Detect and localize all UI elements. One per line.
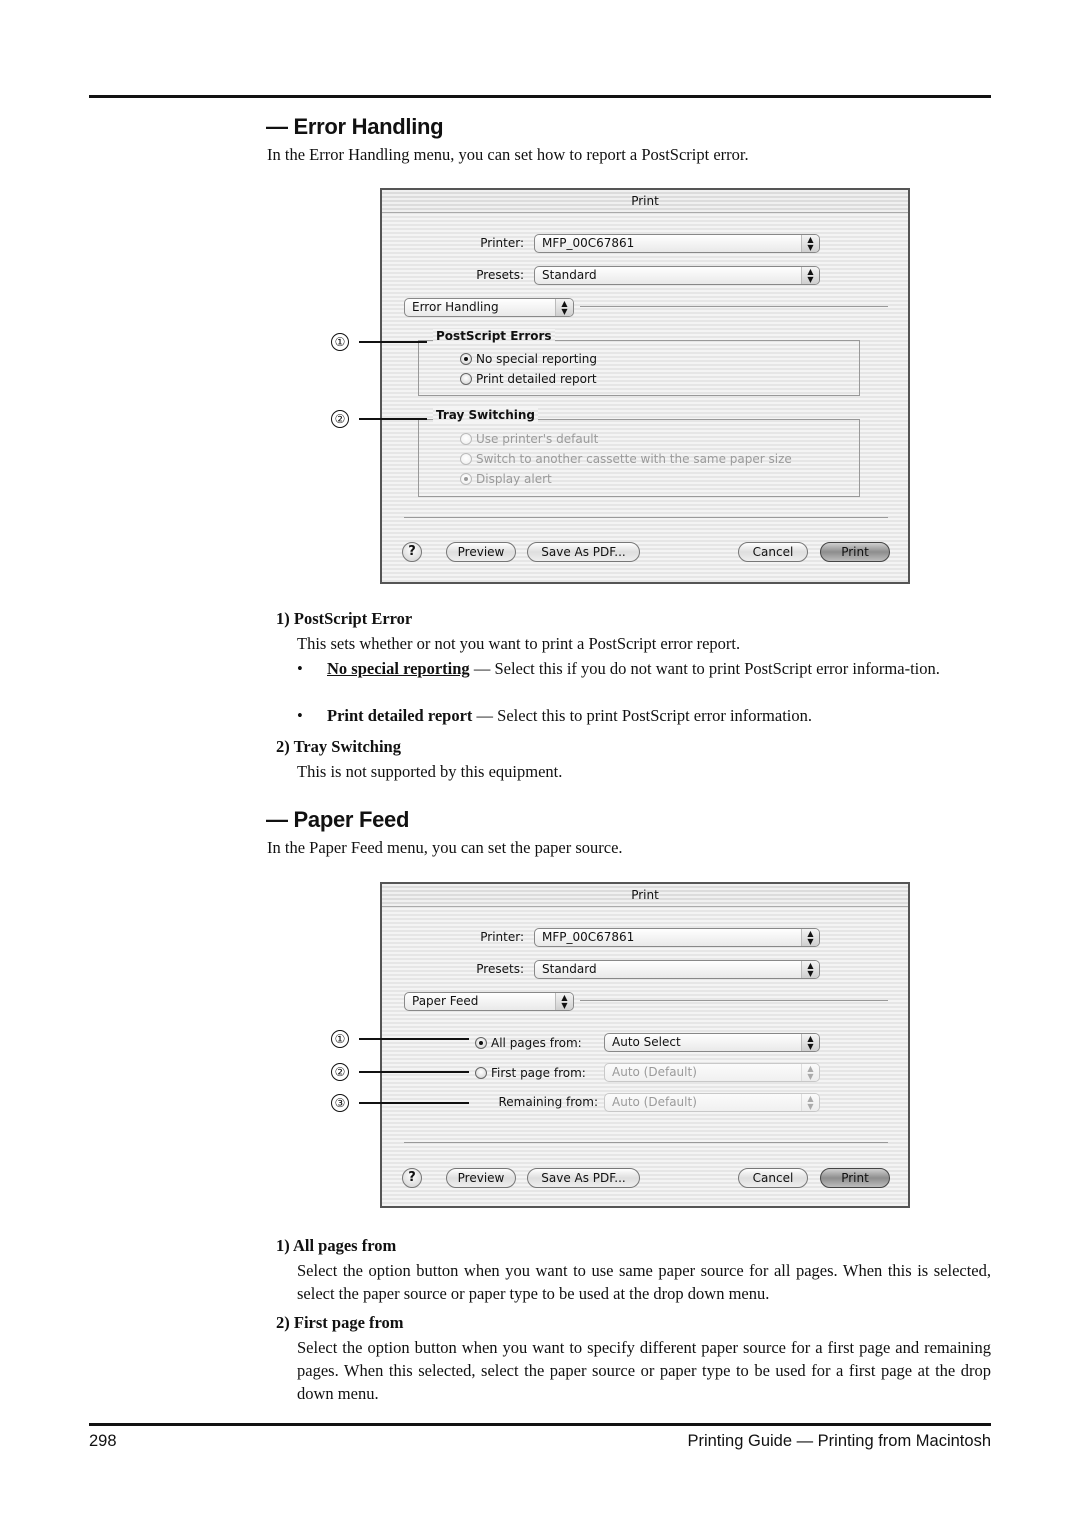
section-intro-error-handling: In the Error Handling menu, you can set …: [267, 145, 749, 164]
bullet-term: No special reporting: [327, 659, 470, 678]
radio-selected-icon: [460, 473, 472, 485]
bullet-item: • No special reporting — Select this if …: [297, 657, 991, 705]
callout-2: ②: [331, 1063, 349, 1081]
dialog-titlebar: Print: [382, 884, 908, 907]
item-heading: 1) All pages from: [276, 1236, 397, 1255]
help-button[interactable]: ?: [402, 1168, 422, 1188]
item-heading: 2) First page from: [276, 1313, 404, 1332]
dialog-titlebar: Print: [382, 190, 908, 213]
printer-popup[interactable]: MFP_00C67861 ▲ ▼: [534, 234, 820, 253]
section-intro-paper-feed: In the Paper Feed menu, you can set the …: [267, 838, 623, 857]
printer-label: Printer:: [480, 236, 524, 250]
radio-unselected-icon: [460, 433, 472, 445]
item-text: This sets whether or not you want to pri…: [297, 634, 741, 653]
first-page-source-popup[interactable]: Auto (Default) ▲ ▼: [604, 1063, 820, 1082]
section-title-paper-feed: — Paper Feed: [266, 807, 410, 832]
footer-title: Printing Guide — Printing from Macintosh: [687, 1432, 991, 1450]
callout-3: ③: [331, 1094, 349, 1112]
bullet-icon: •: [297, 706, 303, 725]
popup-arrows-icon: ▲ ▼: [555, 993, 573, 1010]
cancel-button[interactable]: Cancel: [738, 542, 808, 562]
presets-label: Presets:: [476, 962, 524, 976]
bottom-separator: [404, 517, 888, 518]
radio-all-pages-from[interactable]: All pages from:: [475, 1035, 582, 1051]
preview-button[interactable]: Preview: [446, 1168, 516, 1188]
popup-arrows-icon: ▲ ▼: [801, 929, 819, 946]
item-text: This is not supported by this equipment.: [297, 762, 563, 781]
callout-leader: [359, 1038, 469, 1040]
callout-leader: [359, 1071, 469, 1073]
radio-selected-icon: [475, 1037, 487, 1049]
callout-1: ①: [331, 333, 349, 351]
cancel-button[interactable]: Cancel: [738, 1168, 808, 1188]
save-as-pdf-button[interactable]: Save As PDF...: [527, 542, 640, 562]
item-text: Select the option button when you want t…: [297, 1338, 991, 1403]
print-dialog-error-handling: Print Printer: MFP_00C67861 ▲ ▼ Presets: …: [380, 188, 910, 584]
all-pages-source-popup[interactable]: Auto Select ▲ ▼: [604, 1033, 820, 1052]
radio-unselected-icon: [475, 1067, 487, 1079]
preview-button[interactable]: Preview: [446, 542, 516, 562]
remaining-source-popup[interactable]: Auto (Default) ▲ ▼: [604, 1093, 820, 1112]
printer-label: Printer:: [480, 930, 524, 944]
postscript-errors-group: [418, 340, 860, 396]
presets-popup[interactable]: Standard ▲ ▼: [534, 960, 820, 979]
footer-rule: [89, 1423, 991, 1426]
popup-arrows-icon: ▲ ▼: [801, 267, 819, 284]
remaining-from-label: Remaining from:: [498, 1095, 598, 1109]
printer-value: MFP_00C67861: [542, 236, 635, 250]
presets-value: Standard: [542, 962, 597, 976]
presets-value: Standard: [542, 268, 597, 282]
printer-popup[interactable]: MFP_00C67861 ▲ ▼: [534, 928, 820, 947]
header-rule: [89, 95, 991, 98]
printer-value: MFP_00C67861: [542, 930, 635, 944]
section-title-error-handling: — Error Handling: [266, 114, 444, 139]
bottom-separator: [404, 1142, 888, 1143]
popup-arrows-icon: ▲ ▼: [801, 1064, 819, 1081]
print-dialog-paper-feed: Print Printer: MFP_00C67861 ▲ ▼ Presets: …: [380, 882, 910, 1208]
popup-arrows-icon: ▲ ▼: [801, 961, 819, 978]
item-heading: 2) Tray Switching: [276, 737, 401, 756]
panel-value: Error Handling: [412, 300, 499, 314]
help-button[interactable]: ?: [402, 542, 422, 562]
radio-use-printers-default[interactable]: Use printer's default: [460, 431, 598, 447]
panel-popup[interactable]: Paper Feed ▲ ▼: [404, 992, 574, 1011]
item-heading: 1) PostScript Error: [276, 609, 413, 628]
radio-unselected-icon: [460, 373, 472, 385]
popup-arrows-icon: ▲ ▼: [555, 299, 573, 316]
page-number: 298: [89, 1432, 117, 1450]
callout-1: ①: [331, 1030, 349, 1048]
bullet-text: — Select this to print PostScript error …: [472, 706, 813, 725]
panel-separator: [580, 306, 888, 307]
radio-switch-cassette[interactable]: Switch to another cassette with the same…: [460, 451, 792, 467]
callout-leader: [359, 418, 427, 420]
radio-print-detailed-report[interactable]: Print detailed report: [460, 371, 597, 387]
presets-label: Presets:: [476, 268, 524, 282]
bullet-term: Print detailed report: [327, 706, 473, 725]
radio-display-alert[interactable]: Display alert: [460, 471, 552, 487]
tray-switching-title: Tray Switching: [433, 408, 538, 422]
bullet-icon: •: [297, 659, 303, 678]
item-text: Select the option button when you want t…: [297, 1261, 991, 1303]
panel-separator: [580, 1000, 888, 1001]
panel-popup[interactable]: Error Handling ▲ ▼: [404, 298, 574, 317]
print-button[interactable]: Print: [820, 1168, 890, 1188]
save-as-pdf-button[interactable]: Save As PDF...: [527, 1168, 640, 1188]
popup-arrows-icon: ▲ ▼: [801, 235, 819, 252]
radio-selected-icon: [460, 353, 472, 365]
radio-unselected-icon: [460, 453, 472, 465]
bullet-text: — Select this if you do not want to prin…: [469, 659, 940, 678]
callout-2: ②: [331, 410, 349, 428]
callout-leader: [359, 1102, 469, 1104]
print-button[interactable]: Print: [820, 542, 890, 562]
panel-value: Paper Feed: [412, 994, 479, 1008]
popup-arrows-icon: ▲ ▼: [801, 1094, 819, 1111]
presets-popup[interactable]: Standard ▲ ▼: [534, 266, 820, 285]
popup-arrows-icon: ▲ ▼: [801, 1034, 819, 1051]
radio-no-special-reporting[interactable]: No special reporting: [460, 351, 597, 367]
postscript-errors-title: PostScript Errors: [433, 329, 555, 343]
radio-first-page-from[interactable]: First page from:: [475, 1065, 586, 1081]
callout-leader: [359, 341, 427, 343]
